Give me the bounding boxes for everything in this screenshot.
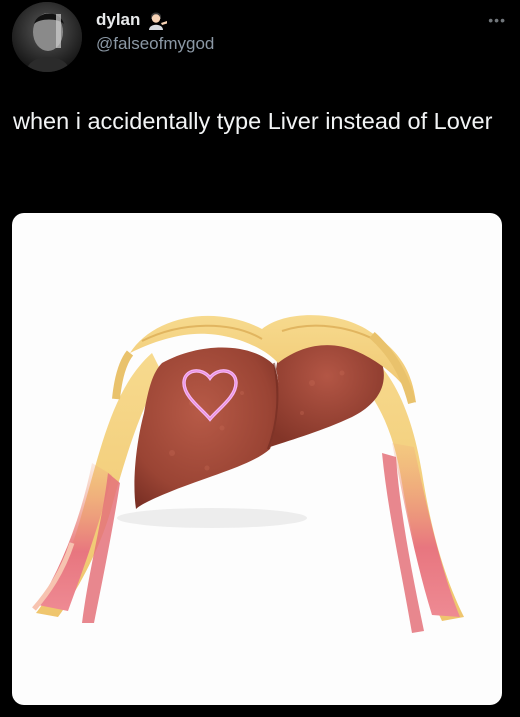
tweet: dylan @falseofmygod ••• when i accidenta… xyxy=(0,0,520,717)
avatar-image xyxy=(12,2,82,72)
tweet-text: when i accidentally type Liver instead o… xyxy=(13,108,493,134)
more-dots-icon[interactable]: ••• xyxy=(488,12,506,28)
tweet-image[interactable] xyxy=(12,213,502,705)
name-row: dylan xyxy=(96,10,214,30)
author-block: dylan @falseofmygod xyxy=(96,10,214,54)
handle[interactable]: @falseofmygod xyxy=(96,34,214,54)
liver-with-hair-illustration xyxy=(32,315,464,633)
man-tipping-hand-emoji-icon xyxy=(146,10,168,30)
avatar[interactable] xyxy=(12,2,82,72)
display-name[interactable]: dylan xyxy=(96,10,140,30)
